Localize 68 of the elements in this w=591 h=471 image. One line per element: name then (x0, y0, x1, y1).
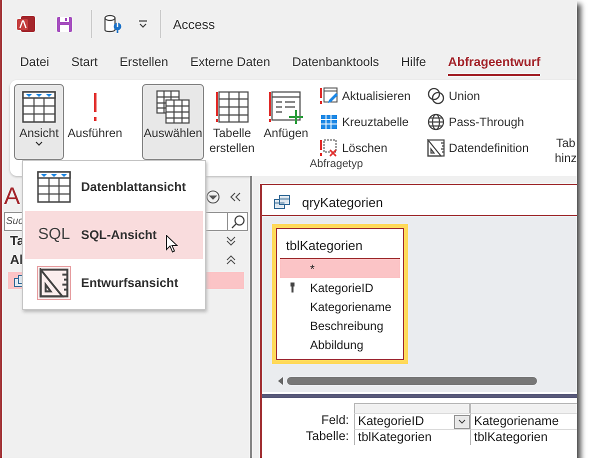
ribbon-button[interactable]: Löschen (318, 136, 413, 160)
union-icon (426, 87, 445, 105)
ribbon-tab[interactable]: Hilfe (401, 50, 426, 76)
set-square-icon (426, 139, 445, 157)
row-label: Feld: (320, 413, 350, 428)
ribbon-button[interactable]: Aktualisieren (318, 84, 413, 108)
select-query-icon (156, 90, 190, 124)
set-square-icon (39, 268, 69, 298)
collapse-chevrons-icon (226, 254, 236, 264)
field-item[interactable]: KategorieID (280, 278, 400, 297)
table-field-list[interactable]: tblKategorien * KategorieID Kategoriename Beschreibung Abbildung (272, 224, 408, 364)
field-item[interactable]: Kategoriename (280, 297, 400, 316)
query-icon (274, 195, 290, 209)
menu-item[interactable]: Datenblattansicht (25, 163, 203, 211)
chevron-down-icon (458, 419, 466, 424)
chevron-down-icon (35, 141, 43, 147)
ribbon-tab[interactable]: Abfrageentwurf (448, 50, 540, 76)
table-cell[interactable]: tblKategorien (354, 429, 470, 445)
query-type-button[interactable]: Auswählen (142, 84, 204, 160)
app-logo-icon[interactable] (16, 14, 36, 34)
field-cell[interactable]: Kategoriename (470, 413, 577, 429)
ribbon-tab[interactable]: Erstellen (120, 50, 168, 76)
save-icon[interactable] (56, 16, 73, 32)
key-icon (290, 282, 294, 293)
crosstab-icon (320, 114, 338, 130)
group-label: Abfragetyp (308, 158, 364, 170)
query-type-button[interactable]: Tabelle erstellen (206, 84, 258, 160)
pane-title: A (4, 183, 20, 211)
expand-chevrons-icon (226, 236, 236, 246)
scroll-left-icon[interactable] (278, 377, 283, 385)
delete-query-icon (320, 139, 338, 157)
ribbon-button[interactable]: Pass-Through (424, 110, 531, 134)
mouse-cursor-icon (166, 235, 178, 253)
ribbon-button[interactable]: Kreuztabelle (318, 110, 413, 134)
append-query-icon (268, 90, 304, 124)
table-cell[interactable]: tblKategorien (470, 429, 577, 445)
query-type-button[interactable]: Anfügen (260, 84, 312, 160)
globe-icon (426, 113, 445, 131)
ribbon-tab[interactable]: Datei (20, 50, 50, 76)
customize-dropdown-icon[interactable] (138, 20, 148, 28)
dropdown-button[interactable] (454, 414, 470, 428)
add-table-button[interactable]: Tab hinz (548, 84, 577, 176)
field-item[interactable]: Abbildung (280, 335, 400, 354)
search-button[interactable] (228, 212, 248, 231)
make-table-icon (215, 90, 249, 124)
run-icon (92, 93, 98, 121)
field-item[interactable]: * (280, 259, 400, 278)
field-cell[interactable]: KategorieID (354, 413, 470, 429)
ribbon-tab[interactable]: Datenbanktools (292, 50, 380, 76)
ribbon-button[interactable]: Datendefinition (424, 136, 531, 160)
update-query-icon (320, 87, 338, 105)
search-icon (230, 214, 244, 228)
view-button[interactable]: Ansicht (14, 84, 64, 160)
database-wrench-icon[interactable] (104, 14, 122, 34)
collapse-pane-icon[interactable] (230, 192, 242, 202)
ribbon-tab[interactable]: Start (71, 50, 98, 76)
ribbon-tab[interactable]: Externe Daten (190, 50, 270, 76)
row-label: Tabelle: (304, 429, 350, 444)
field-item[interactable]: Beschreibung (280, 316, 400, 335)
run-button[interactable]: Ausführen (66, 84, 124, 160)
app-title: Access (173, 16, 215, 32)
circle-dropdown-icon[interactable] (206, 190, 220, 204)
ribbon-button[interactable]: Union (424, 84, 531, 108)
menu-item[interactable]: SQL SQL-Ansicht (25, 211, 203, 259)
datasheet-icon (37, 171, 71, 203)
query-title: qryKategorien (302, 194, 383, 210)
datasheet-icon (22, 91, 56, 123)
scrollbar-thumb[interactable] (287, 377, 537, 385)
